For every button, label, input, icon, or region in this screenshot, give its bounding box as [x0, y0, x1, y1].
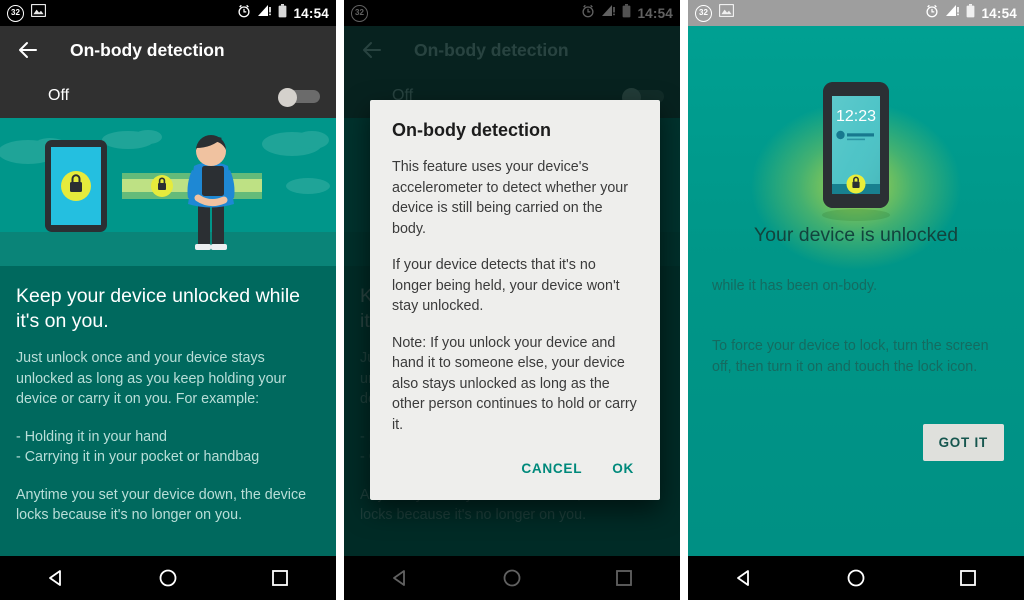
toggle-state-label: Off	[48, 87, 70, 104]
description-bullets: - Holding it in your hand - Carrying it …	[16, 427, 320, 468]
recents-square-icon[interactable]	[258, 556, 302, 600]
got-it-button[interactable]: GOT IT	[922, 424, 1004, 461]
status-bar-right: 14:54	[925, 3, 1017, 23]
navigation-bar	[0, 556, 336, 600]
three-panel-screenshot: 32 14:54 On-body detection Off Keep your…	[0, 0, 1024, 600]
confirmation-content: 12:23 Your device is unlocked while it h…	[688, 26, 1024, 556]
navigation-bar	[688, 556, 1024, 600]
on-body-toggle-row[interactable]: Off	[0, 74, 336, 118]
app-bar: On-body detection	[0, 26, 336, 74]
beam-lock-icon	[151, 175, 173, 197]
confirmation-subheading: while it has been on-body.	[712, 278, 878, 294]
panel-divider	[680, 0, 688, 600]
home-circle-icon[interactable]	[146, 556, 190, 600]
notification-count-icon: 32	[7, 4, 24, 22]
dialog-paragraph-1: This feature uses your device's accelero…	[392, 159, 629, 237]
alarm-clock-icon	[237, 4, 251, 23]
status-bar-right: 14:54	[237, 3, 329, 23]
back-arrow-icon[interactable]	[16, 38, 40, 62]
status-bar: 32 14:54	[688, 0, 1024, 26]
alarm-clock-icon	[925, 4, 939, 23]
description-paragraph-1: Just unlock once and your device stays u…	[16, 350, 287, 407]
image-icon	[718, 3, 735, 22]
panel-settings-screen: 32 14:54 On-body detection Off Keep your…	[0, 0, 336, 600]
settings-description: Keep your device unlocked while it's on …	[0, 266, 336, 556]
dialog-actions: CANCEL OK	[392, 451, 638, 492]
bullet-item: - Holding it in your hand	[16, 428, 167, 445]
image-icon	[30, 3, 47, 22]
on-body-detection-dialog: On-body detection This feature uses your…	[370, 100, 660, 500]
battery-icon	[278, 3, 287, 23]
clock-time: 14:54	[981, 5, 1017, 21]
panel-divider	[336, 0, 344, 600]
on-body-toggle-switch[interactable]	[278, 88, 320, 107]
dialog-title: On-body detection	[392, 120, 551, 140]
status-bar-left: 32	[7, 3, 47, 22]
status-bar-left: 32	[695, 3, 735, 22]
home-circle-icon[interactable]	[834, 556, 878, 600]
page-title: On-body detection	[70, 39, 225, 60]
notification-count-icon: 32	[695, 4, 712, 22]
status-bar: 32 14:54	[0, 0, 336, 26]
signal-bars-icon	[945, 4, 960, 22]
switch-thumb	[278, 88, 297, 107]
svg-text:12:23: 12:23	[836, 108, 876, 125]
panel-unlocked-confirmation: 32 14:54 12:23 Your device is unlocked w…	[688, 0, 1024, 600]
back-triangle-icon[interactable]	[34, 556, 78, 600]
ok-button[interactable]: OK	[610, 457, 636, 480]
panel-dialog-screen: 32 14:54 On-body detection	[344, 0, 680, 600]
cancel-button[interactable]: CANCEL	[519, 457, 584, 480]
bullet-item: - Carrying it in your pocket or handbag	[16, 449, 260, 465]
confirmation-paragraph: To force your device to lock, turn the s…	[712, 338, 989, 375]
dialog-paragraph-3: Note: If you unlock your device and hand…	[392, 334, 637, 433]
confirmation-heading: Your device is unlocked	[753, 224, 959, 246]
unlocked-phone-illustration: 12:23	[796, 74, 916, 229]
recents-square-icon[interactable]	[946, 556, 990, 600]
dialog-paragraph-2: If your device detects that it's no long…	[392, 257, 620, 314]
back-triangle-icon[interactable]	[722, 556, 766, 600]
description-heading: Keep your device unlocked while it's on …	[16, 285, 301, 332]
tablet-device	[45, 140, 107, 232]
battery-icon	[966, 3, 975, 23]
on-body-detection-illustration	[0, 118, 336, 266]
signal-bars-icon	[257, 4, 272, 22]
description-paragraph-2: Anytime you set your device down, the de…	[16, 486, 307, 524]
clock-time: 14:54	[293, 5, 329, 21]
